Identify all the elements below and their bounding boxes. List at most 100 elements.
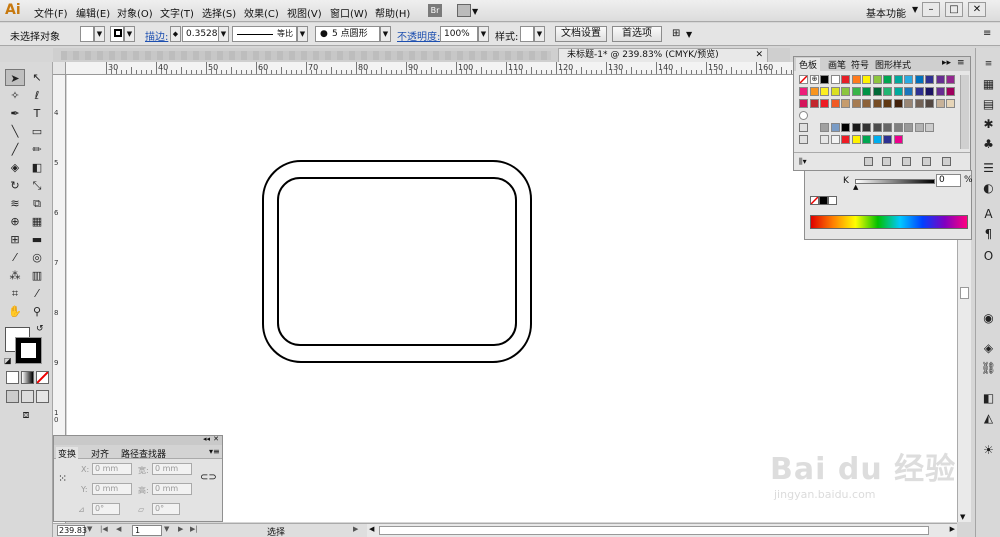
navigator-icon[interactable]: ☀ (980, 442, 997, 459)
color-swatch[interactable] (904, 123, 913, 132)
brushes-icon[interactable]: ✱ (980, 116, 997, 133)
ruler-origin[interactable] (53, 62, 66, 75)
draw-normal-icon[interactable] (6, 390, 19, 403)
color-swatch[interactable] (851, 87, 861, 96)
rotate-field[interactable]: 0° (92, 503, 120, 515)
color-swatch[interactable] (946, 99, 955, 108)
artboard-tool-icon[interactable]: ⌗ (5, 285, 25, 302)
registration-swatch-icon[interactable]: ⊕ (810, 75, 819, 84)
reference-point-icon[interactable]: ⁙ (58, 472, 72, 486)
default-colors-icon[interactable]: ◪ (4, 356, 12, 365)
first-page-icon[interactable]: |◀ (100, 525, 108, 533)
gradient-tool-icon[interactable]: ▬ (27, 231, 47, 248)
pen-tool-icon[interactable]: ✒ (5, 105, 25, 122)
color-swatch[interactable] (862, 123, 871, 132)
color-swatch[interactable] (820, 99, 829, 108)
menu-file[interactable]: 文件(F) (34, 5, 68, 20)
color-swatch[interactable] (862, 75, 871, 84)
color-swatch[interactable] (841, 87, 850, 96)
color-swatch[interactable] (914, 75, 924, 84)
none-color-icon[interactable] (810, 196, 819, 205)
stroke-label[interactable]: 描边: (145, 28, 168, 43)
last-page-icon[interactable]: ▶| (190, 525, 198, 533)
paintbrush-tool-icon[interactable]: ╱ (5, 141, 25, 158)
none-mode-icon[interactable] (36, 371, 49, 384)
panel-expand-icon[interactable]: ▸▸ (942, 58, 951, 68)
tab-brushes[interactable]: 画笔 (828, 58, 846, 71)
eraser-tool-icon[interactable]: ◧ (27, 159, 47, 176)
color-swatch[interactable] (820, 123, 829, 132)
white-color-icon[interactable] (828, 196, 837, 205)
color-swatch[interactable] (799, 99, 808, 108)
delete-swatch-icon[interactable] (942, 157, 951, 166)
eyedropper-tool-icon[interactable]: ⁄ (5, 249, 25, 266)
color-swatch[interactable] (883, 123, 892, 132)
color-swatch[interactable] (904, 87, 913, 96)
appearance-icon[interactable]: ◉ (980, 310, 997, 327)
color-swatch[interactable] (872, 123, 882, 132)
prev-page-icon[interactable]: ◀ (116, 525, 121, 533)
chevron-down-icon[interactable]: ▼ (297, 26, 308, 42)
k-slider[interactable]: ▲ (853, 179, 935, 191)
close-icon[interactable]: ✕ (213, 435, 219, 443)
horizontal-scrollbar[interactable]: ◀ ▶ (367, 523, 957, 537)
line-tool-icon[interactable]: ╲ (5, 123, 25, 140)
swatches-icon[interactable]: ▤ (980, 96, 997, 113)
links-icon[interactable]: ⛓ (980, 360, 997, 377)
type-tool-icon[interactable]: T (27, 105, 47, 122)
color-swatch[interactable] (872, 87, 882, 96)
menu-view[interactable]: 视图(V) (287, 5, 322, 20)
color-swatch[interactable] (862, 87, 871, 96)
tab-pathfinder[interactable]: 路径查找器 (121, 447, 166, 460)
color-swatch[interactable] (914, 99, 924, 108)
color-guide-icon[interactable]: ▦ (980, 76, 997, 93)
new-swatch-icon[interactable] (922, 157, 931, 166)
chevron-down-icon[interactable]: ▼ (478, 26, 489, 42)
folder-icon[interactable] (799, 123, 808, 132)
color-swatch[interactable] (914, 123, 924, 132)
height-field[interactable]: 0 mm (152, 483, 192, 495)
color-swatch[interactable] (925, 87, 934, 96)
tab-transform[interactable]: 变换 (56, 447, 79, 460)
vertical-scroll-thumb[interactable] (960, 287, 969, 299)
color-swatch[interactable] (883, 99, 892, 108)
color-swatch[interactable] (893, 75, 903, 84)
minimize-button[interactable]: – (922, 2, 940, 17)
fill-color-swatch[interactable] (80, 26, 94, 42)
y-field[interactable]: 0 mm (92, 483, 132, 495)
constrain-proportions-icon[interactable]: ⊂⊃ (200, 472, 217, 483)
chevron-down-icon[interactable]: ▼ (94, 26, 105, 42)
color-swatch[interactable] (820, 135, 829, 144)
swatch-options-icon[interactable] (882, 157, 891, 166)
lasso-tool-icon[interactable]: ℓ (27, 87, 47, 104)
folder-icon[interactable] (799, 135, 808, 144)
magic-wand-tool-icon[interactable]: ✧ (5, 87, 25, 104)
tab-swatches[interactable]: 色板 (796, 58, 821, 71)
color-swatch[interactable] (872, 75, 882, 84)
color-swatch[interactable] (872, 99, 882, 108)
color-swatch[interactable] (799, 87, 808, 96)
color-swatch[interactable] (893, 87, 903, 96)
variable-width-profile[interactable]: 等比 (232, 26, 297, 42)
color-swatch[interactable] (893, 135, 903, 144)
gradient-icon[interactable]: ◐ (980, 180, 997, 197)
draw-inside-icon[interactable] (36, 390, 49, 403)
color-swatch[interactable] (830, 123, 840, 132)
color-swatch[interactable] (820, 75, 829, 84)
color-swatch[interactable] (851, 75, 861, 84)
hand-tool-icon[interactable]: ✋ (5, 303, 25, 320)
color-swatch[interactable] (851, 99, 861, 108)
transparency-icon[interactable]: ◧ (980, 390, 997, 407)
chevron-down-icon[interactable]: ▼ (534, 26, 545, 42)
color-swatch[interactable] (862, 99, 871, 108)
color-swatch[interactable] (841, 99, 850, 108)
color-swatch[interactable] (841, 75, 850, 84)
blob-brush-tool-icon[interactable]: ◈ (5, 159, 25, 176)
rectangle-tool-icon[interactable]: ▭ (27, 123, 47, 140)
none-swatch-icon[interactable] (799, 75, 808, 84)
chevron-down-icon[interactable]: ▼ (218, 26, 229, 42)
dock-collapse-icon[interactable]: ≡ (980, 56, 997, 73)
menu-select[interactable]: 选择(S) (202, 5, 236, 20)
close-button[interactable]: ✕ (968, 2, 986, 17)
column-graph-tool-icon[interactable]: ▥ (27, 267, 47, 284)
